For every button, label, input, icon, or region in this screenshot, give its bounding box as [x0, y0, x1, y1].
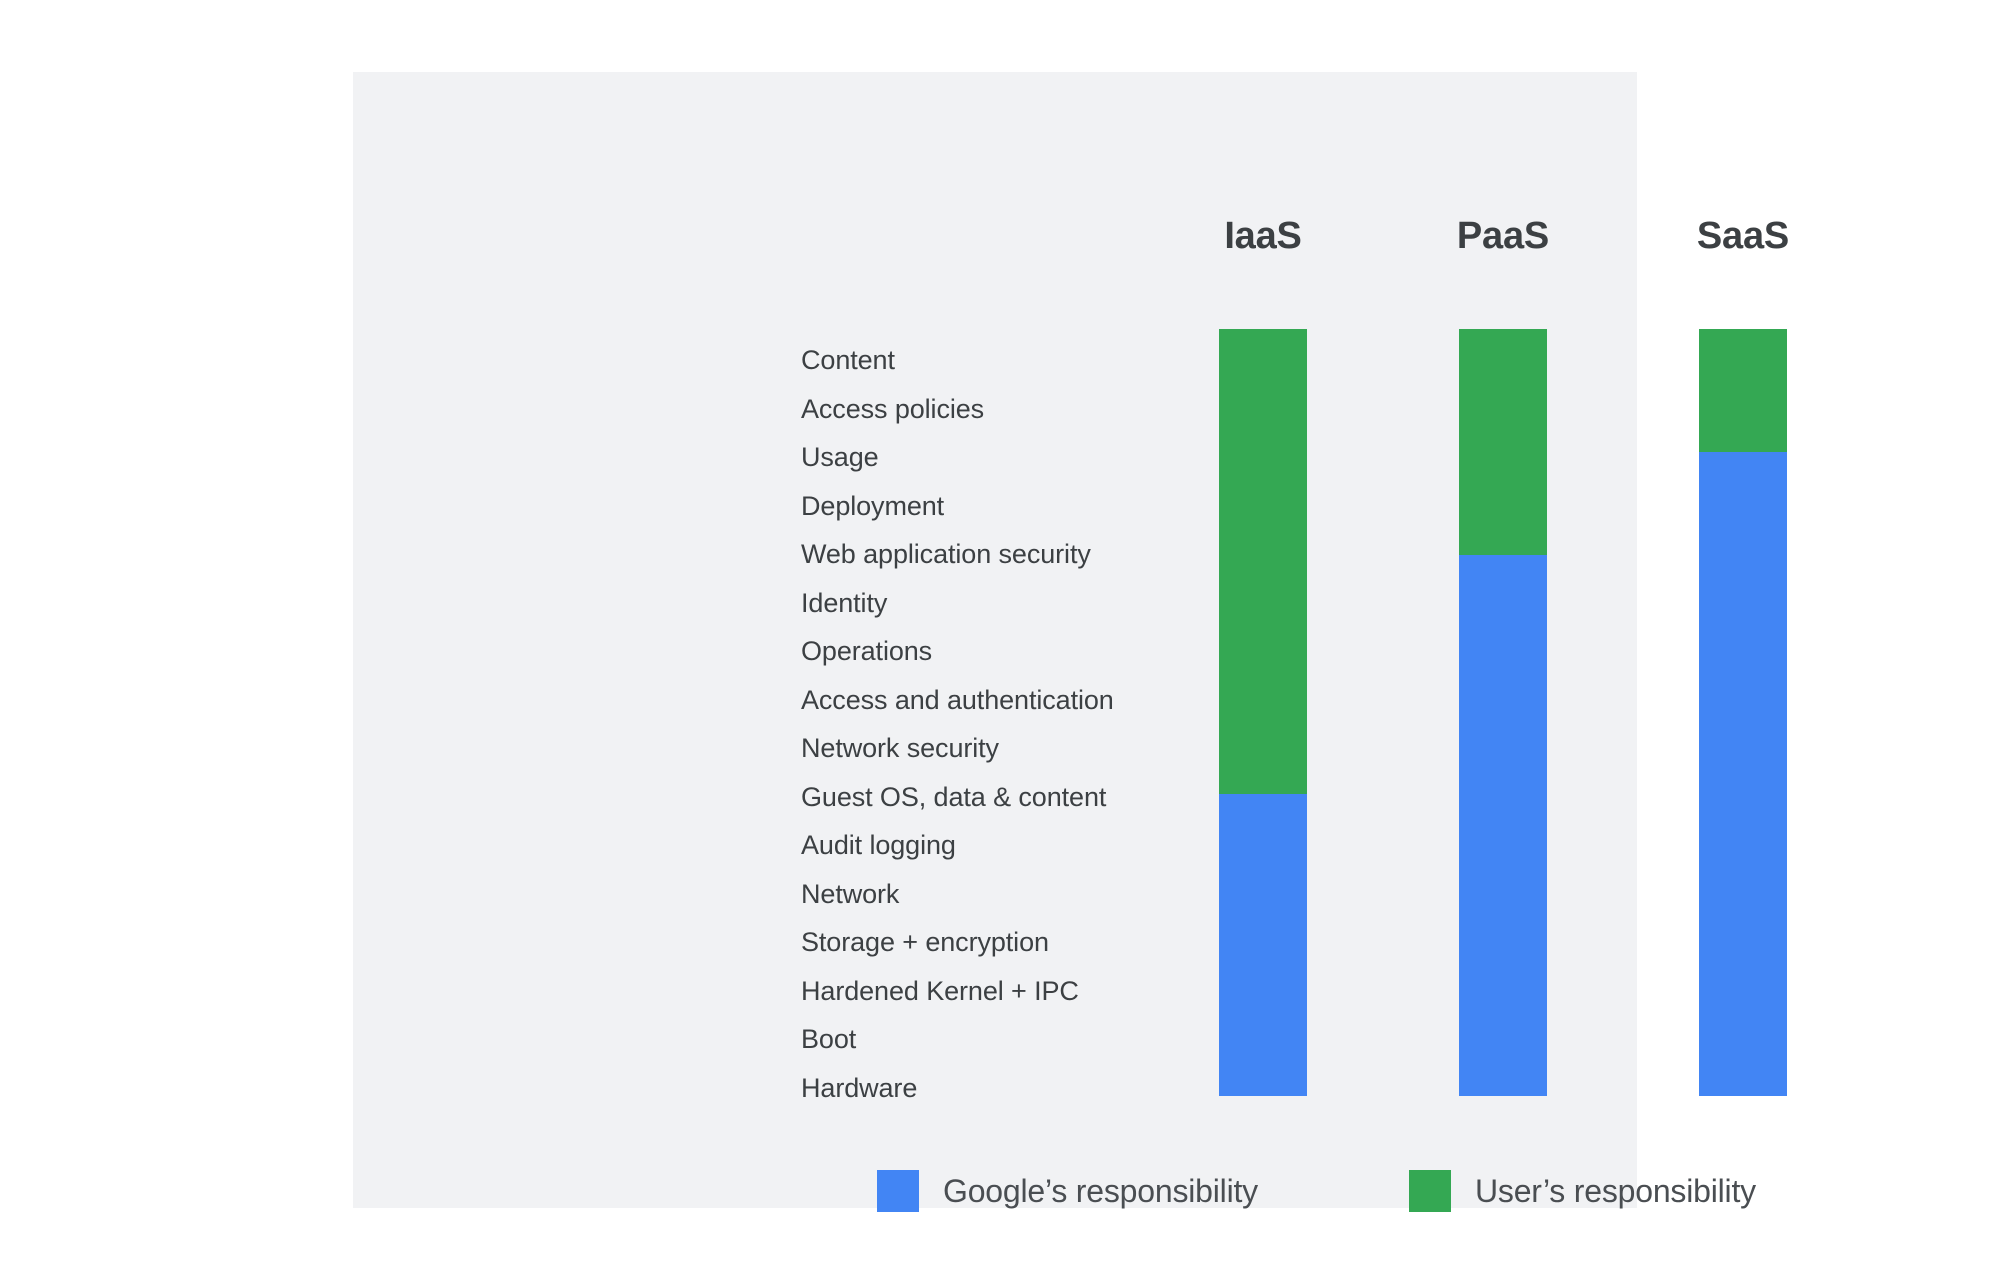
- row-label-list: Content Access policies Usage Deployment…: [801, 336, 1201, 1112]
- legend-item-google: Google’s responsibility: [877, 1170, 1258, 1212]
- chart-legend: Google’s responsibility User’s responsib…: [877, 1170, 1777, 1216]
- bar-paas-user-segment: [1459, 329, 1547, 556]
- bar-saas-user-segment: [1699, 329, 1787, 452]
- column-header-paas: PaaS: [1456, 215, 1550, 257]
- row-label-network: Network: [801, 878, 900, 909]
- legend-item-user: User’s responsibility: [1409, 1170, 1756, 1212]
- chart-panel: IaaS PaaS SaaS Content Access policies U…: [353, 72, 1789, 1212]
- bar-paas: [1459, 329, 1547, 1096]
- column-header-saas: SaaS: [1696, 215, 1790, 257]
- row-label-web-application-security: Web application security: [801, 539, 1091, 569]
- row-label-boot: Boot: [801, 1024, 857, 1054]
- bar-iaas-user-segment: [1219, 329, 1307, 794]
- bar-iaas: [1219, 329, 1307, 1096]
- row-label-guest-os-data-content: Guest OS, data & content: [801, 781, 1107, 812]
- row-label-network-security: Network security: [801, 733, 999, 763]
- legend-swatch-blue-icon: [877, 1170, 919, 1212]
- row-label-access-and-authentication: Access and authentication: [801, 684, 1114, 715]
- row-label-audit-logging: Audit logging: [801, 830, 956, 860]
- row-label-identity: Identity: [801, 587, 888, 618]
- row-label-hardened-kernel-ipc: Hardened Kernel + IPC: [801, 975, 1079, 1006]
- row-label-content: Content: [801, 345, 895, 375]
- legend-label-user: User’s responsibility: [1475, 1172, 1756, 1209]
- bar-paas-google-segment: [1459, 555, 1547, 1096]
- row-label-access-policies: Access policies: [801, 393, 985, 424]
- row-label-hardware: Hardware: [801, 1072, 918, 1103]
- legend-swatch-green-icon: [1409, 1170, 1451, 1212]
- row-label-operations: Operations: [801, 636, 933, 666]
- row-label-deployment: Deployment: [801, 490, 945, 521]
- chart-canvas: IaaS PaaS SaaS Content Access policies U…: [0, 0, 2000, 1280]
- bar-iaas-google-segment: [1219, 793, 1307, 1096]
- row-label-storage-encryption: Storage + encryption: [801, 927, 1049, 957]
- bar-saas: [1699, 329, 1787, 1096]
- column-header-iaas: IaaS: [1224, 215, 1302, 257]
- row-label-usage: Usage: [801, 442, 879, 472]
- bar-saas-google-segment: [1699, 451, 1787, 1096]
- legend-label-google: Google’s responsibility: [943, 1172, 1258, 1209]
